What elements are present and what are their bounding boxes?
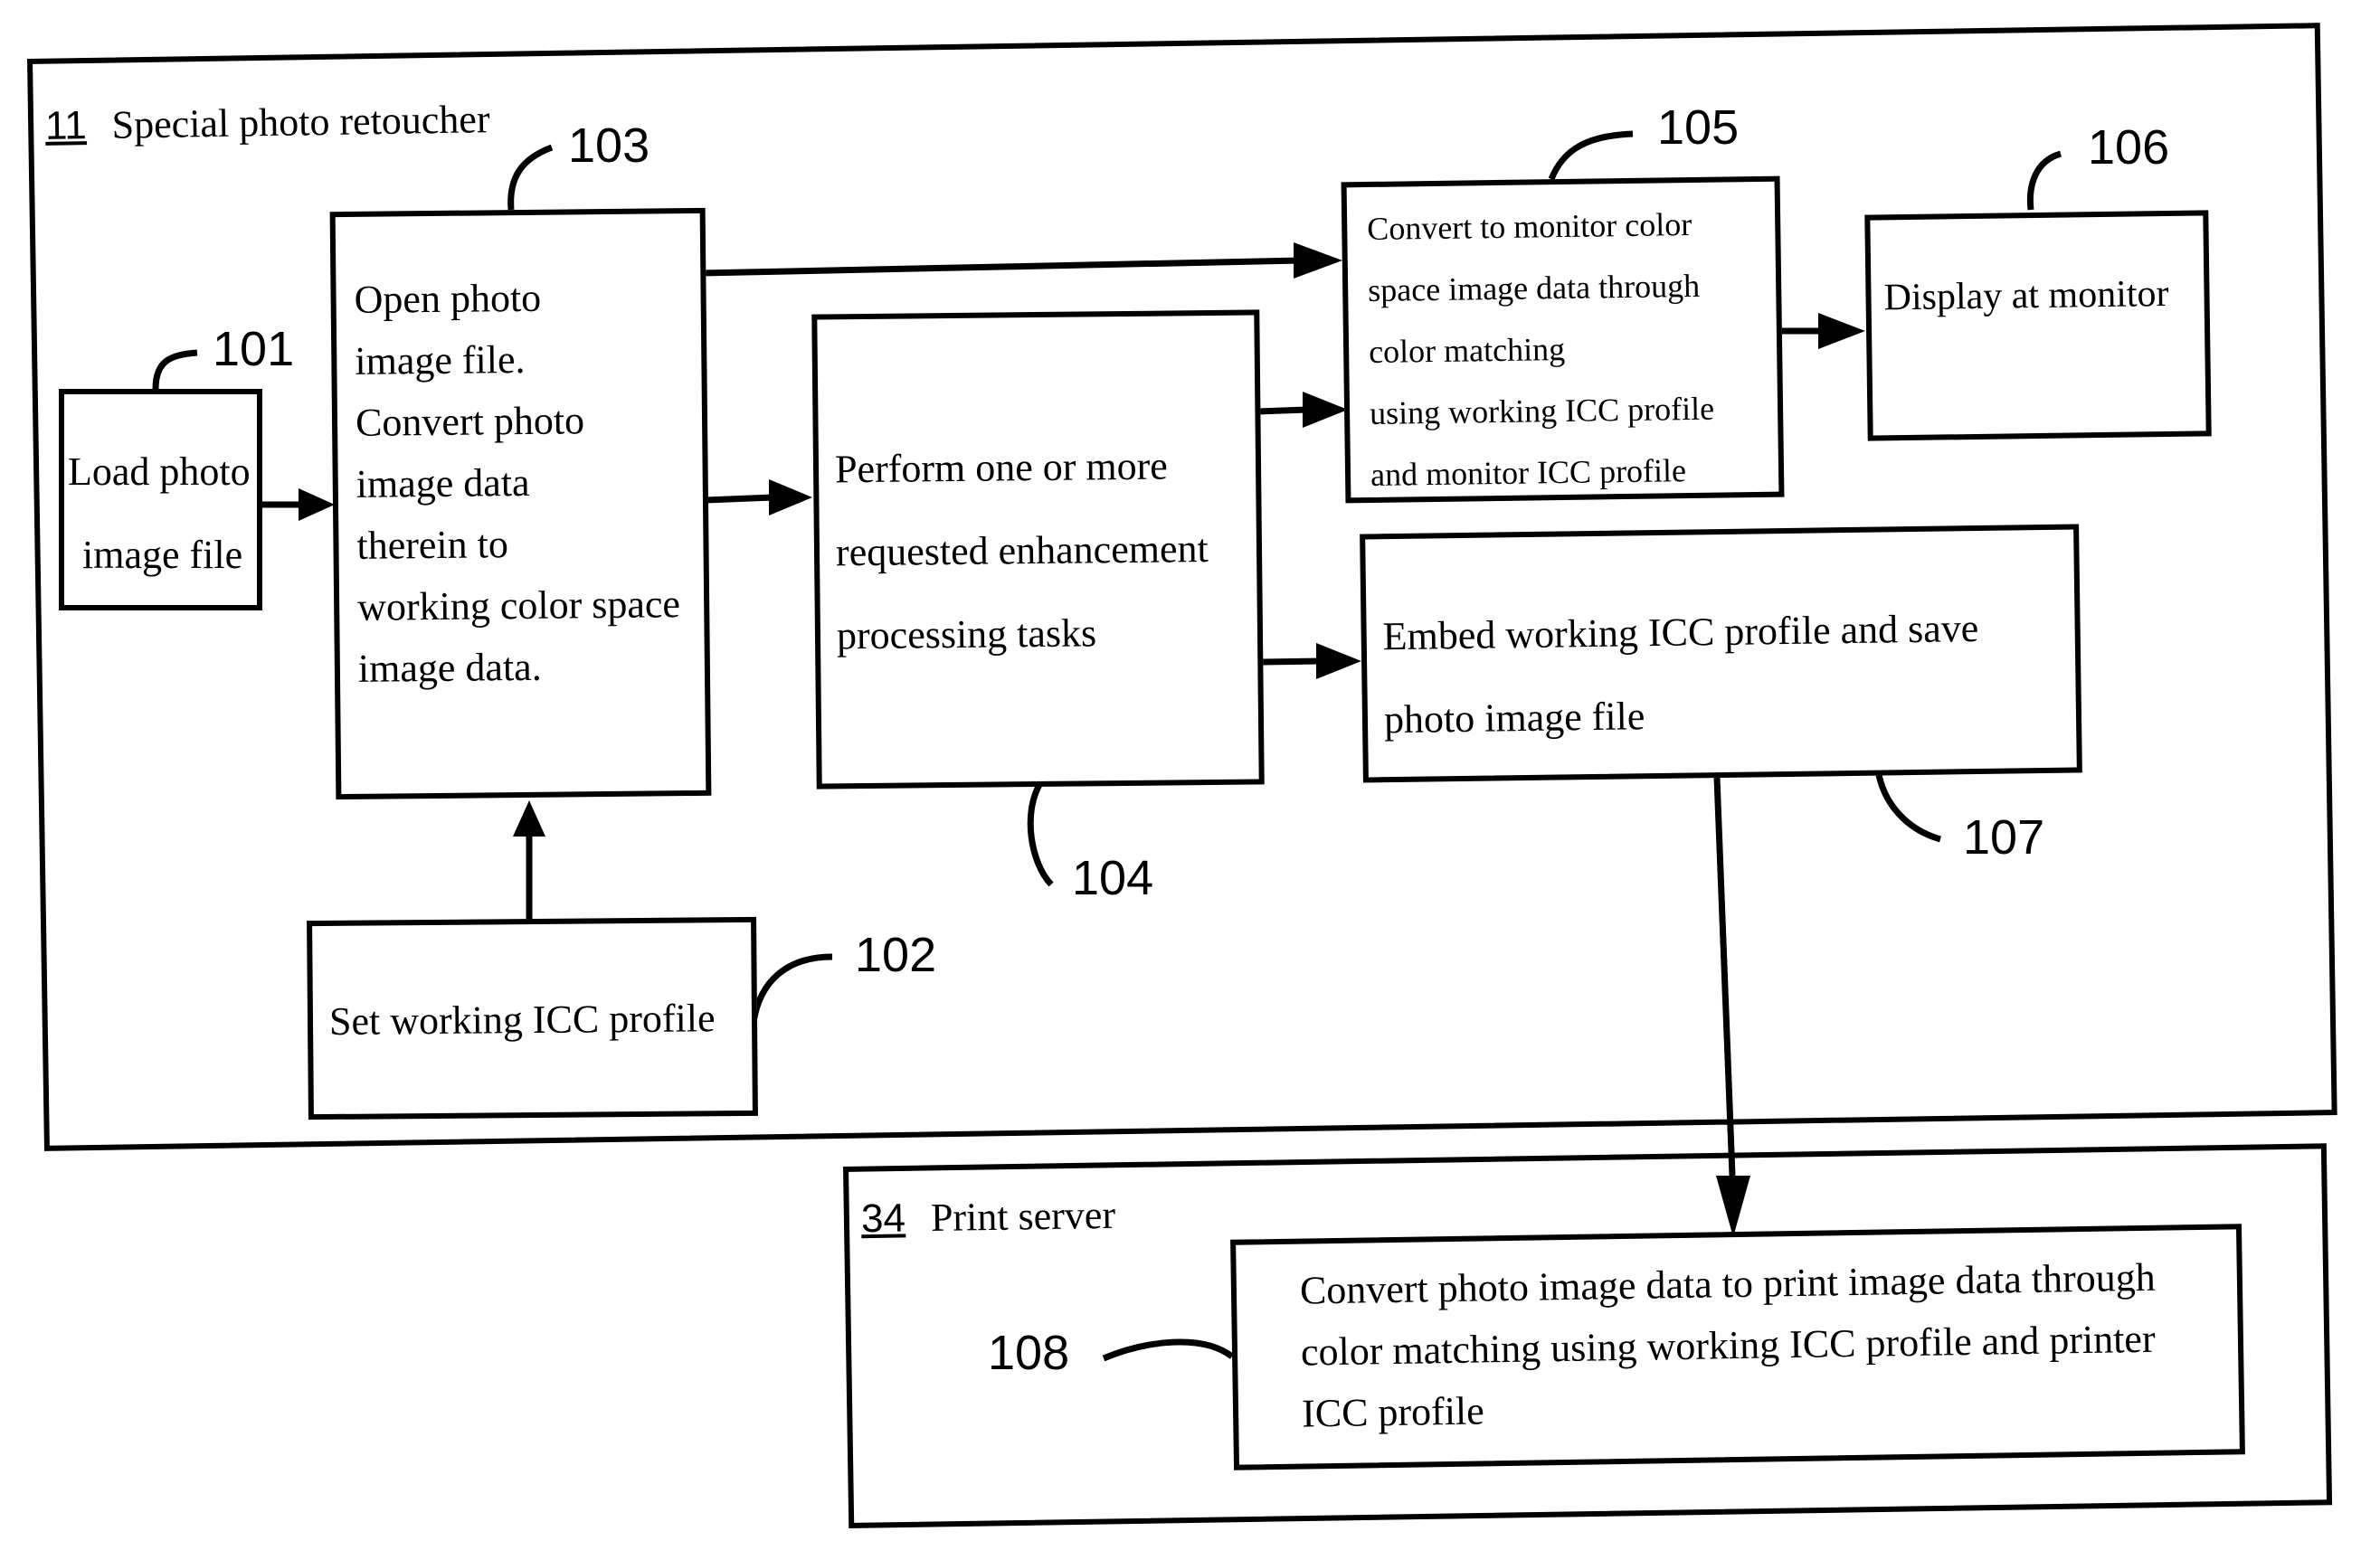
retoucher-id: 11 xyxy=(44,103,88,148)
block-line: Convert to monitor color xyxy=(1366,205,1693,248)
block-line: requested enhancement xyxy=(835,526,1209,575)
block-line: and monitor ICC profile xyxy=(1370,452,1687,493)
ref-106: 106 xyxy=(2088,120,2170,175)
block-convert-monitor: Convert to monitor color space image dat… xyxy=(1341,175,1785,504)
block-line: space image data through xyxy=(1367,267,1701,308)
block-enhancement: Perform one or more requested enhancemen… xyxy=(811,309,1265,789)
block-line: Embed working ICC profile and save xyxy=(1382,606,1979,659)
retoucher-label: Special photo retoucher xyxy=(111,97,490,147)
block-line: color matching xyxy=(1368,330,1566,370)
block-line: therein to xyxy=(356,522,509,568)
block-line: Convert photo xyxy=(355,398,585,445)
ref-105: 105 xyxy=(1657,100,1740,155)
block-line: image file. xyxy=(355,336,526,383)
ref-108: 108 xyxy=(988,1326,1070,1380)
block-line: image file xyxy=(82,533,243,577)
block-line: Perform one or more xyxy=(834,443,1169,492)
block-line: working color space xyxy=(356,581,681,629)
ref-102: 102 xyxy=(855,928,937,982)
block-set-working-profile: Set working ICC profile xyxy=(307,916,758,1120)
block-line: Display at monitor xyxy=(1883,272,2169,319)
block-load-photo: Load photo image file xyxy=(59,389,262,610)
block-line: photo image file xyxy=(1383,694,1645,742)
ref-101: 101 xyxy=(213,322,295,376)
block-convert-print: Convert photo image data to print image … xyxy=(1230,1224,2245,1470)
block-line: Set working ICC profile xyxy=(328,996,716,1044)
ref-107: 107 xyxy=(1963,810,2045,865)
block-line: ICC profile xyxy=(1301,1388,1485,1436)
block-line: Open photo xyxy=(354,275,542,322)
print-server-title: 34 Print server xyxy=(861,1192,1116,1242)
retoucher-title: 11 Special photo retoucher xyxy=(45,96,490,149)
block-open-convert: Open photo image file. Convert photo ima… xyxy=(329,207,712,800)
block-line: image data xyxy=(356,459,530,506)
print-server-label: Print server xyxy=(930,1192,1116,1240)
block-line: Load photo xyxy=(68,449,251,494)
block-display-monitor: Display at monitor xyxy=(1864,210,2212,441)
block-line: processing tasks xyxy=(836,610,1097,658)
block-embed-save: Embed working ICC profile and save photo… xyxy=(1360,524,2082,783)
block-line: image data. xyxy=(357,644,542,691)
ref-104: 104 xyxy=(1072,851,1154,905)
block-line: using working ICC profile xyxy=(1369,390,1715,431)
print-server-id: 34 xyxy=(860,1196,906,1242)
ref-103: 103 xyxy=(568,118,650,173)
